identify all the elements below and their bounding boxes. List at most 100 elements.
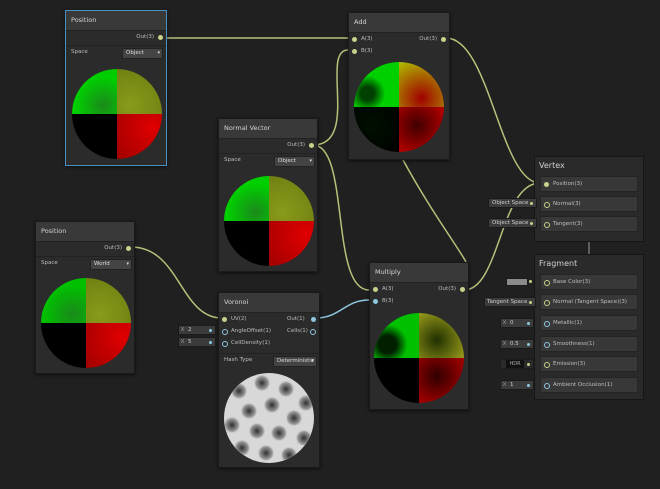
preview-sphere — [224, 176, 314, 266]
uv-label: UV(2) — [231, 316, 247, 322]
input-port[interactable] — [544, 201, 550, 208]
add-node[interactable]: Add A(3) Out(3) B(3) — [348, 12, 450, 160]
input-port[interactable] — [544, 320, 550, 327]
fragment-slot-emission[interactable]: Emission(3) — [540, 356, 638, 372]
vertex-slot-position[interactable]: Position(3) — [540, 176, 638, 192]
voronoi-preview — [224, 373, 314, 463]
space-dropdown[interactable]: World ▾ — [90, 259, 132, 270]
output-port[interactable] — [441, 36, 446, 42]
input-port-uv[interactable] — [222, 316, 227, 322]
wire-add-out-to-vertex-position — [445, 37, 541, 184]
input-port-angle[interactable] — [222, 328, 228, 335]
output-port[interactable] — [460, 286, 465, 292]
vertex-normal-space-input[interactable]: Object Space — [488, 198, 537, 208]
input-b-label: B(3) — [361, 48, 373, 54]
connector-dot — [527, 321, 530, 325]
output-port[interactable] — [126, 245, 131, 251]
preview-sphere — [354, 62, 444, 152]
connector-dot — [529, 280, 532, 283]
input-a-label: A(3) — [361, 36, 373, 42]
space-label: Space — [41, 260, 58, 266]
output-row: Out(3) — [66, 31, 166, 45]
fragment-slot-ambient-occlusion[interactable]: Ambient Occlusion(1) — [540, 377, 638, 393]
output-row: Out(3) — [36, 242, 134, 256]
connector-dot — [530, 221, 533, 225]
input-port-b[interactable] — [373, 298, 378, 304]
axis-x-label: X — [502, 382, 507, 388]
space-row: Space Object ▾ — [66, 45, 166, 60]
input-port[interactable] — [544, 361, 550, 368]
position-node-world[interactable]: Position Out(3) Space World ▾ — [35, 221, 135, 374]
cell-density-label: CellDensity(1) — [231, 340, 270, 346]
position-node-object[interactable]: Position Out(3) Space Object ▾ — [65, 10, 167, 166]
metallic-input[interactable]: X0 — [500, 318, 534, 328]
chevron-down-icon: ▾ — [126, 261, 129, 267]
slot-label: Tangent(3) — [553, 221, 583, 227]
fragment-slot-metallic[interactable]: Metallic(1) — [540, 315, 638, 331]
angle-offset-value: 2 — [188, 327, 192, 333]
vertex-context[interactable]: Vertex Position(3) Normal(3) Tangent(3) — [534, 156, 644, 242]
vertex-slot-normal[interactable]: Normal(3) — [540, 196, 638, 212]
hash-type-label: Hash Type — [224, 357, 253, 363]
input-port-a[interactable] — [352, 36, 357, 42]
preview-sphere — [374, 313, 464, 403]
output-label: Out(3) — [287, 142, 305, 148]
base-color-swatch[interactable] — [506, 278, 528, 286]
input-port[interactable] — [544, 221, 550, 228]
node-title: Position — [66, 11, 166, 31]
wire-normal-to-multiply-a — [312, 144, 370, 291]
output-label: Out(3) — [438, 286, 456, 292]
input-port-density[interactable] — [222, 340, 228, 347]
node-title: Add — [349, 13, 449, 33]
input-port[interactable] — [544, 299, 550, 306]
input-port[interactable] — [544, 341, 550, 348]
slot-label: Position(3) — [553, 181, 583, 187]
slot-label: Ambient Occlusion(1) — [553, 382, 613, 388]
voronoi-node[interactable]: Voronoi UV(2) Out(1) AngleOffset(1) Cell… — [218, 292, 320, 468]
fragment-slot-normal[interactable]: Normal (Tangent Space)(3) — [540, 294, 638, 310]
node-title: Voronoi — [219, 293, 319, 313]
wire-normal-to-add-b — [312, 49, 349, 146]
cell-density-value: 5 — [188, 339, 192, 345]
fragment-slot-smoothness[interactable]: Smoothness(1) — [540, 336, 638, 352]
vertex-tangent-space-input[interactable]: Object Space — [488, 218, 537, 228]
multiply-node[interactable]: Multiply A(3) Out(3) B(3) — [369, 262, 469, 410]
connector-dot — [209, 340, 212, 344]
input-port[interactable] — [544, 279, 550, 286]
fragment-slot-base-color[interactable]: Base Color(3) — [540, 274, 638, 290]
chevron-down-icon: ▾ — [157, 50, 160, 56]
tangent-space-value: Object Space — [492, 220, 529, 226]
hash-type-dropdown[interactable]: Deterministic ▾ — [273, 356, 317, 367]
normal-space-value: Object Space — [492, 200, 529, 206]
output-port[interactable] — [309, 142, 314, 148]
input-port[interactable] — [544, 382, 550, 389]
normal-vector-node[interactable]: Normal Vector Out(3) Space Object ▾ — [218, 118, 318, 272]
input-port-b[interactable] — [352, 48, 357, 54]
output-label: Out(3) — [104, 245, 122, 251]
vertex-slot-tangent[interactable]: Tangent(3) — [540, 216, 638, 232]
angle-offset-row: AngleOffset(1) Cells(1) — [219, 325, 319, 337]
space-dropdown[interactable]: Object ▾ — [274, 156, 315, 167]
fragment-normal-space-input[interactable]: Tangent Space — [484, 297, 536, 307]
output-row: Out(3) — [219, 139, 317, 153]
ambient-occlusion-input[interactable]: X1 — [500, 380, 534, 390]
connector-dot — [529, 300, 532, 304]
smoothness-value: 0.5 — [510, 341, 519, 347]
smoothness-input[interactable]: X 0.5 — [500, 339, 534, 349]
fragment-context[interactable]: Fragment Base Color(3) Normal (Tangent S… — [534, 254, 644, 400]
input-b-label: B(3) — [382, 298, 394, 304]
input-port-a[interactable] — [373, 286, 378, 292]
chevron-down-icon: ▾ — [311, 358, 314, 364]
input-port[interactable] — [544, 181, 549, 187]
wire-voronoi-to-multiply-b — [315, 299, 370, 319]
node-title: Normal Vector — [219, 119, 317, 139]
angle-offset-input[interactable]: X2 — [178, 325, 216, 335]
connector-dot — [527, 383, 530, 387]
emission-input[interactable]: HDR — [500, 359, 534, 369]
cell-density-input[interactable]: X5 — [178, 337, 216, 347]
output-port[interactable] — [158, 34, 163, 40]
slot-label: Normal (Tangent Space)(3) — [553, 299, 628, 305]
space-dropdown[interactable]: Object ▾ — [122, 48, 163, 59]
output-port[interactable] — [311, 316, 316, 322]
cells-port[interactable] — [310, 328, 316, 335]
